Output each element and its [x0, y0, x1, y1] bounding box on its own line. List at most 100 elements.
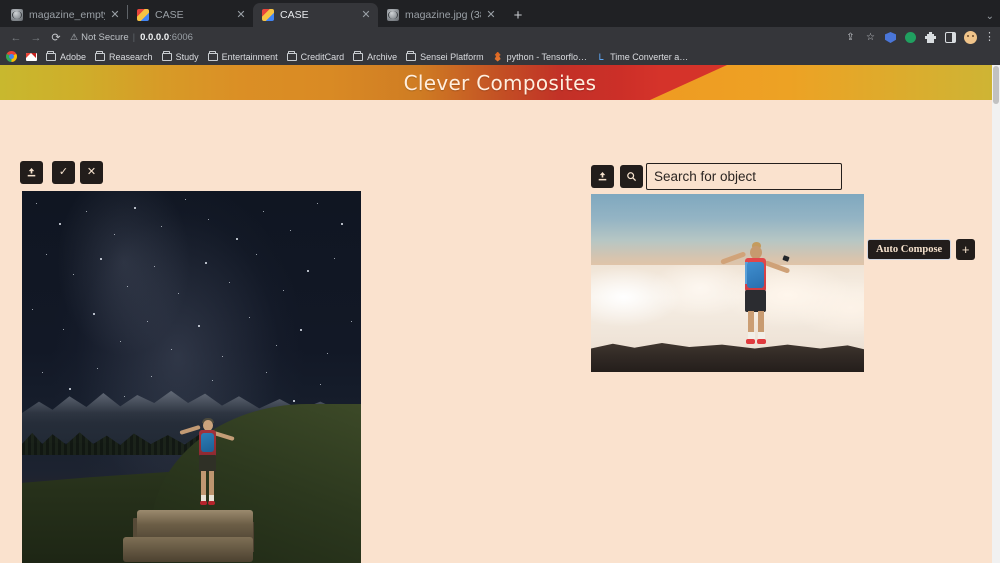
person-shorts — [199, 455, 217, 473]
source-image-canvas[interactable] — [591, 194, 864, 372]
omnibox-divider: | — [132, 32, 136, 43]
globe-icon — [387, 9, 399, 21]
profile-avatar[interactable] — [964, 31, 977, 44]
bookmark-label: Archive — [367, 51, 398, 62]
time-converter-icon: Ⅼ — [598, 51, 604, 62]
accept-button[interactable]: ✓ — [52, 161, 75, 184]
tab-title: magazine.jpg (3848×2883) — [405, 9, 481, 21]
forward-button[interactable]: → — [26, 29, 46, 47]
bookmark-reasearch[interactable]: Reasearch — [95, 50, 153, 62]
case-icon — [262, 9, 274, 21]
person-backpack — [201, 433, 215, 453]
person-left-arm — [720, 251, 747, 266]
person-right-shoe — [208, 501, 216, 506]
folder-icon — [95, 50, 106, 61]
tab-title: CASE — [155, 9, 184, 21]
tab-magazine-empty[interactable]: magazine_empty.jpg (3848×28 ✕ — [2, 3, 127, 27]
person-right-arm — [213, 431, 235, 442]
back-button[interactable]: ← — [6, 29, 26, 47]
bookmark-label: Sensei Platform — [420, 51, 484, 62]
bookmark-time-converter[interactable]: Ⅼ Time Converter a… — [596, 51, 689, 62]
add-button[interactable]: + — [956, 239, 976, 260]
source-person — [719, 240, 793, 348]
gmail-icon — [26, 52, 37, 61]
scrollbar-thumb[interactable] — [993, 66, 999, 104]
tab-case-2[interactable]: CASE ✕ — [253, 3, 378, 27]
search-field-wrapper[interactable] — [646, 163, 842, 190]
close-icon[interactable]: ✕ — [235, 9, 247, 21]
chrome-icon — [6, 51, 17, 62]
tab-title: CASE — [280, 9, 309, 21]
share-icon[interactable]: ⇪ — [844, 31, 857, 44]
page-title: Clever Composites — [403, 70, 597, 95]
reject-button[interactable]: ✕ — [80, 161, 103, 184]
extension-puzzle-icon[interactable] — [924, 31, 937, 44]
folder-icon — [207, 50, 218, 61]
address-bar[interactable]: ⚠ Not Secure | 0.0.0.0 :6006 — [70, 30, 844, 46]
close-icon[interactable]: ✕ — [485, 9, 497, 21]
extension-green-icon[interactable] — [904, 31, 917, 44]
search-button[interactable] — [620, 165, 643, 188]
bookmark-label: Reasearch — [109, 51, 153, 62]
bookmark-entertainment[interactable]: Entertainment — [207, 50, 278, 62]
banner-wedge — [650, 65, 1000, 100]
folder-icon — [46, 50, 56, 61]
bookmark-gmail[interactable] — [26, 52, 37, 61]
bookmark-label: CreditCard — [300, 51, 345, 62]
bookmark-archive[interactable]: Archive — [353, 50, 398, 62]
person-left-leg — [201, 471, 206, 498]
tab-search-chevron-icon[interactable]: ⌄ — [986, 11, 994, 22]
bookmark-label: Study — [175, 51, 199, 62]
browser-window: magazine_empty.jpg (3848×28 ✕ CASE ✕ CAS… — [0, 0, 1000, 563]
folder-icon — [286, 50, 297, 61]
extension-square-icon[interactable] — [944, 31, 957, 44]
bookmark-study[interactable]: Study — [161, 50, 199, 62]
python-icon — [494, 51, 501, 62]
left-upload-button[interactable] — [20, 161, 43, 184]
tab-magazine[interactable]: magazine.jpg (3848×2883) ✕ — [378, 3, 503, 27]
not-secure-warning-icon: ⚠ — [70, 32, 79, 42]
person-shorts — [745, 290, 767, 313]
bookmark-star-icon[interactable]: ☆ — [864, 31, 877, 44]
case-icon — [137, 9, 149, 21]
person-right-leg — [209, 471, 214, 498]
folder-icon — [353, 50, 364, 61]
person-right-shoe — [757, 339, 767, 345]
composited-person — [176, 418, 238, 518]
person-watch — [782, 255, 790, 263]
bookmark-adobe[interactable]: Adobe — [46, 50, 87, 62]
bookmarks-bar: Adobe Reasearch Study Entertainment Cred… — [0, 48, 1000, 65]
close-icon[interactable]: ✕ — [109, 9, 121, 21]
security-label: Not Secure — [81, 32, 129, 43]
person-left-arm — [179, 424, 201, 435]
url-port: :6006 — [169, 32, 193, 43]
globe-icon — [11, 9, 23, 21]
person-left-shoe — [746, 339, 756, 345]
bookmark-label: python - Tensorflo… — [506, 51, 588, 62]
compose-controls: Auto Compose + — [867, 239, 976, 260]
tab-strip: magazine_empty.jpg (3848×28 ✕ CASE ✕ CAS… — [0, 0, 1000, 27]
new-tab-button[interactable]: + — [507, 4, 529, 26]
app-header-banner: Clever Composites — [0, 65, 1000, 100]
bookmark-python-tensorflow[interactable]: python - Tensorflo… — [493, 51, 588, 62]
bookmark-label: Time Converter a… — [610, 51, 689, 62]
extension-shield-icon[interactable] — [884, 31, 897, 44]
tab-title: magazine_empty.jpg (3848×28 — [29, 9, 105, 21]
bookmark-chrome[interactable] — [6, 51, 17, 62]
bookmark-creditcard[interactable]: CreditCard — [286, 50, 345, 62]
composite-image-canvas[interactable] — [22, 191, 361, 563]
bookmark-sensei-platform[interactable]: Sensei Platform — [406, 50, 484, 62]
app-page: Clever Composites ✓ ✕ Search for object … — [0, 65, 1000, 563]
tab-case-1[interactable]: CASE ✕ — [128, 3, 253, 27]
reload-button[interactable]: ⟳ — [46, 29, 66, 47]
page-scrollbar[interactable] — [992, 65, 1000, 563]
chrome-menu-icon[interactable]: ⋮ — [984, 32, 995, 43]
bookmark-label: Adobe — [60, 51, 87, 62]
search-input[interactable] — [654, 169, 834, 184]
bookmark-label: Entertainment — [221, 51, 278, 62]
auto-compose-button[interactable]: Auto Compose — [867, 239, 952, 260]
browser-toolbar: ← → ⟳ ⚠ Not Secure | 0.0.0.0 :6006 ⇪ ☆ ⋮ — [0, 27, 1000, 48]
workspace: ✓ ✕ Search for object Auto Compose + — [0, 100, 1000, 563]
close-icon[interactable]: ✕ — [360, 9, 372, 21]
right-upload-button[interactable] — [591, 165, 614, 188]
